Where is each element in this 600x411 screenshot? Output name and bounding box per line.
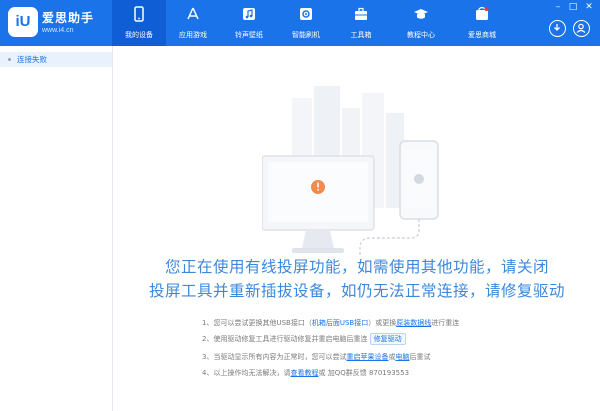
tab-label: 我的设备	[125, 31, 153, 39]
tip-text: 1、您可以尝试更换其他USB接口（	[202, 319, 312, 327]
sidebar-item-label: 连接失败	[17, 55, 47, 64]
repair-driver-button[interactable]: 修复驱动	[369, 333, 406, 345]
maximize-icon[interactable]: □	[566, 2, 580, 12]
connection-illustration	[262, 86, 439, 256]
app-name: 爱思助手	[42, 11, 95, 25]
tip-2: 2、使用驱动修复工具进行驱动修复并重启电脑后重连 修复驱动	[202, 333, 406, 345]
toolbox-icon	[355, 7, 367, 20]
tip-text: 3、当驱动显示所有内容为正常时，您可以尝试	[202, 353, 347, 361]
view-tutorial-link[interactable]: 查看教程	[290, 369, 318, 377]
tab-toolbox[interactable]: 工具箱	[334, 0, 388, 46]
sidebar: 连接失败	[0, 46, 113, 411]
tab-label: 智能刷机	[292, 31, 320, 39]
user-icon[interactable]	[573, 20, 590, 37]
tab-apps-games[interactable]: 应用游戏	[166, 0, 220, 46]
tab-tutorials[interactable]: 教程中心	[394, 0, 448, 46]
app-url: www.i4.cn	[42, 27, 74, 34]
status-message-line1: 您正在使用有线投屏功能，如需使用其他功能，请关闭	[164, 258, 549, 276]
close-icon[interactable]: ✕	[582, 2, 596, 12]
app-logo: iU	[8, 7, 38, 37]
restart-computer-link[interactable]: 电脑	[395, 353, 409, 361]
tip-3: 3、当驱动显示所有内容为正常时，您可以尝试重启苹果设备或电脑后重试	[202, 352, 430, 362]
minimize-icon[interactable]: –	[551, 2, 565, 12]
tab-label: 工具箱	[350, 31, 372, 39]
tip-text: 进行重连	[431, 319, 460, 327]
sidebar-item-connection-failed[interactable]: 连接失败	[0, 52, 112, 67]
tip-text: ）或更换	[368, 319, 397, 327]
status-message-line2: 投屏工具并重新插拔设备，如仍无法正常连接，请修复驱动	[148, 282, 565, 300]
tab-label: 铃声壁纸	[235, 31, 263, 39]
phone-icon	[134, 6, 144, 22]
tab-label: 应用游戏	[179, 31, 207, 39]
tip-1: 1、您可以尝试更换其他USB接口（机箱后面USB接口）或更换原装数据线进行重连	[202, 318, 459, 328]
tip-text: 后重试	[409, 353, 431, 361]
usb-port-link[interactable]: 机箱后面USB接口	[312, 319, 368, 327]
original-cable-link[interactable]: 原装数据线	[396, 319, 431, 327]
tab-label: 爱思商城	[468, 31, 496, 39]
tab-label: 教程中心	[407, 31, 435, 39]
tab-flash[interactable]: 智能刷机	[279, 0, 333, 46]
shop-icon	[476, 6, 489, 20]
top-bar: iU 爱思助手 www.i4.cn 我的设备 应用游戏 铃声壁纸 智能刷机 工具…	[0, 0, 600, 46]
tip-text: 2、使用驱动修复工具进行驱动修复并重启电脑后重连	[202, 335, 368, 343]
tab-shop[interactable]: 爱思商城	[455, 0, 509, 46]
music-note-icon	[243, 8, 255, 20]
tab-my-device[interactable]: 我的设备	[112, 0, 166, 46]
restart-device-link[interactable]: 重启苹果设备	[346, 353, 388, 361]
tip-text: 4、以上操作均无法解决，请	[202, 369, 291, 377]
status-dot	[8, 58, 11, 61]
graduation-cap-icon	[414, 9, 428, 19]
main-content: 您正在使用有线投屏功能，如需使用其他功能，请关闭 投屏工具并重新插拔设备，如仍无…	[114, 46, 600, 411]
tab-ringtones[interactable]: 铃声壁纸	[222, 0, 276, 46]
tip-4: 4、以上操作均无法解决，请查看教程或 加QQ群反馈 870193553	[202, 368, 409, 378]
download-icon[interactable]	[549, 20, 566, 37]
tip-text: 或 加QQ群反馈 870193553	[318, 369, 410, 377]
app-store-icon	[187, 7, 199, 20]
flash-gear-icon	[300, 8, 312, 20]
